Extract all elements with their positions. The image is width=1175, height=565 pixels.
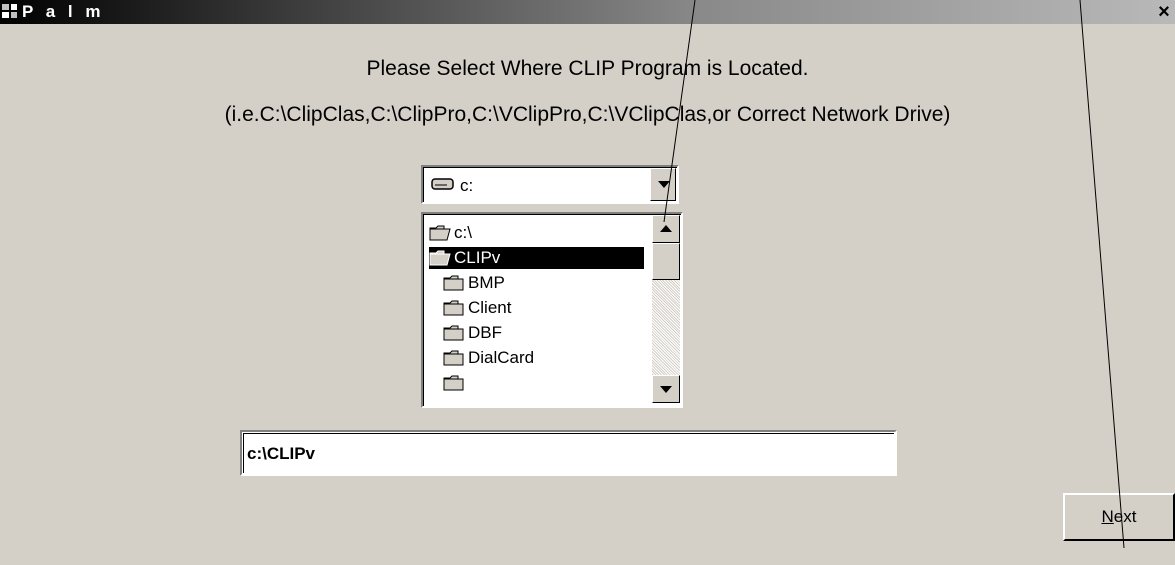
drive-icon <box>431 178 454 190</box>
drive-dropdown-button[interactable] <box>650 168 676 201</box>
chevron-down-icon <box>658 181 670 188</box>
next-button[interactable]: Next <box>1063 493 1175 541</box>
directory-scrollbar[interactable] <box>652 215 680 403</box>
open-folder-icon <box>429 225 451 241</box>
list-item-label: BMP <box>468 273 505 292</box>
open-folder-icon <box>429 250 451 266</box>
list-item-partial[interactable] <box>443 372 468 394</box>
title-bar[interactable]: P a l m × <box>0 0 1175 24</box>
list-item-label: DBF <box>468 323 502 342</box>
folder-icon <box>443 275 464 291</box>
chevron-up-icon <box>660 225 672 232</box>
chevron-down-icon <box>660 386 672 393</box>
drive-select[interactable]: c: <box>421 165 679 204</box>
list-item-label: DialCard <box>468 348 535 367</box>
list-item-label: Client <box>468 298 512 317</box>
drive-select-value: c: <box>460 176 474 195</box>
instruction-text: Please Select Where CLIP Program is Loca… <box>366 57 809 80</box>
folder-icon <box>443 325 464 341</box>
list-item-label: c:\ <box>454 223 472 242</box>
folder-icon <box>443 375 464 391</box>
path-field-frame <box>240 430 897 476</box>
list-item[interactable]: DialCard <box>443 347 534 369</box>
list-item[interactable]: BMP <box>443 272 505 294</box>
example-paths-text: (i.e.C:\ClipClas,C:\ClipPro,C:\VClipPro,… <box>224 103 951 126</box>
folder-icon <box>443 350 464 366</box>
list-item[interactable]: DBF <box>443 322 502 344</box>
directory-list[interactable]: c:\ CLIPv BMP Client DBF DialCard <box>421 212 683 408</box>
folder-icon <box>443 300 464 316</box>
close-button[interactable]: × <box>1153 2 1175 22</box>
next-button-mnemonic: N <box>1101 507 1114 526</box>
app-icon <box>2 4 17 18</box>
close-icon: × <box>1158 1 1170 23</box>
list-item[interactable]: Client <box>443 297 511 319</box>
window-title: P a l m <box>22 2 105 21</box>
list-item-label: CLIPv <box>454 248 501 267</box>
scroll-up-button[interactable] <box>652 215 680 243</box>
next-button-label: ext <box>1113 507 1137 526</box>
list-item-selected[interactable]: CLIPv <box>429 247 644 269</box>
scroll-thumb[interactable] <box>652 243 680 280</box>
list-item[interactable]: c:\ <box>429 222 472 244</box>
path-field[interactable] <box>243 433 894 473</box>
scroll-down-button[interactable] <box>652 375 680 403</box>
